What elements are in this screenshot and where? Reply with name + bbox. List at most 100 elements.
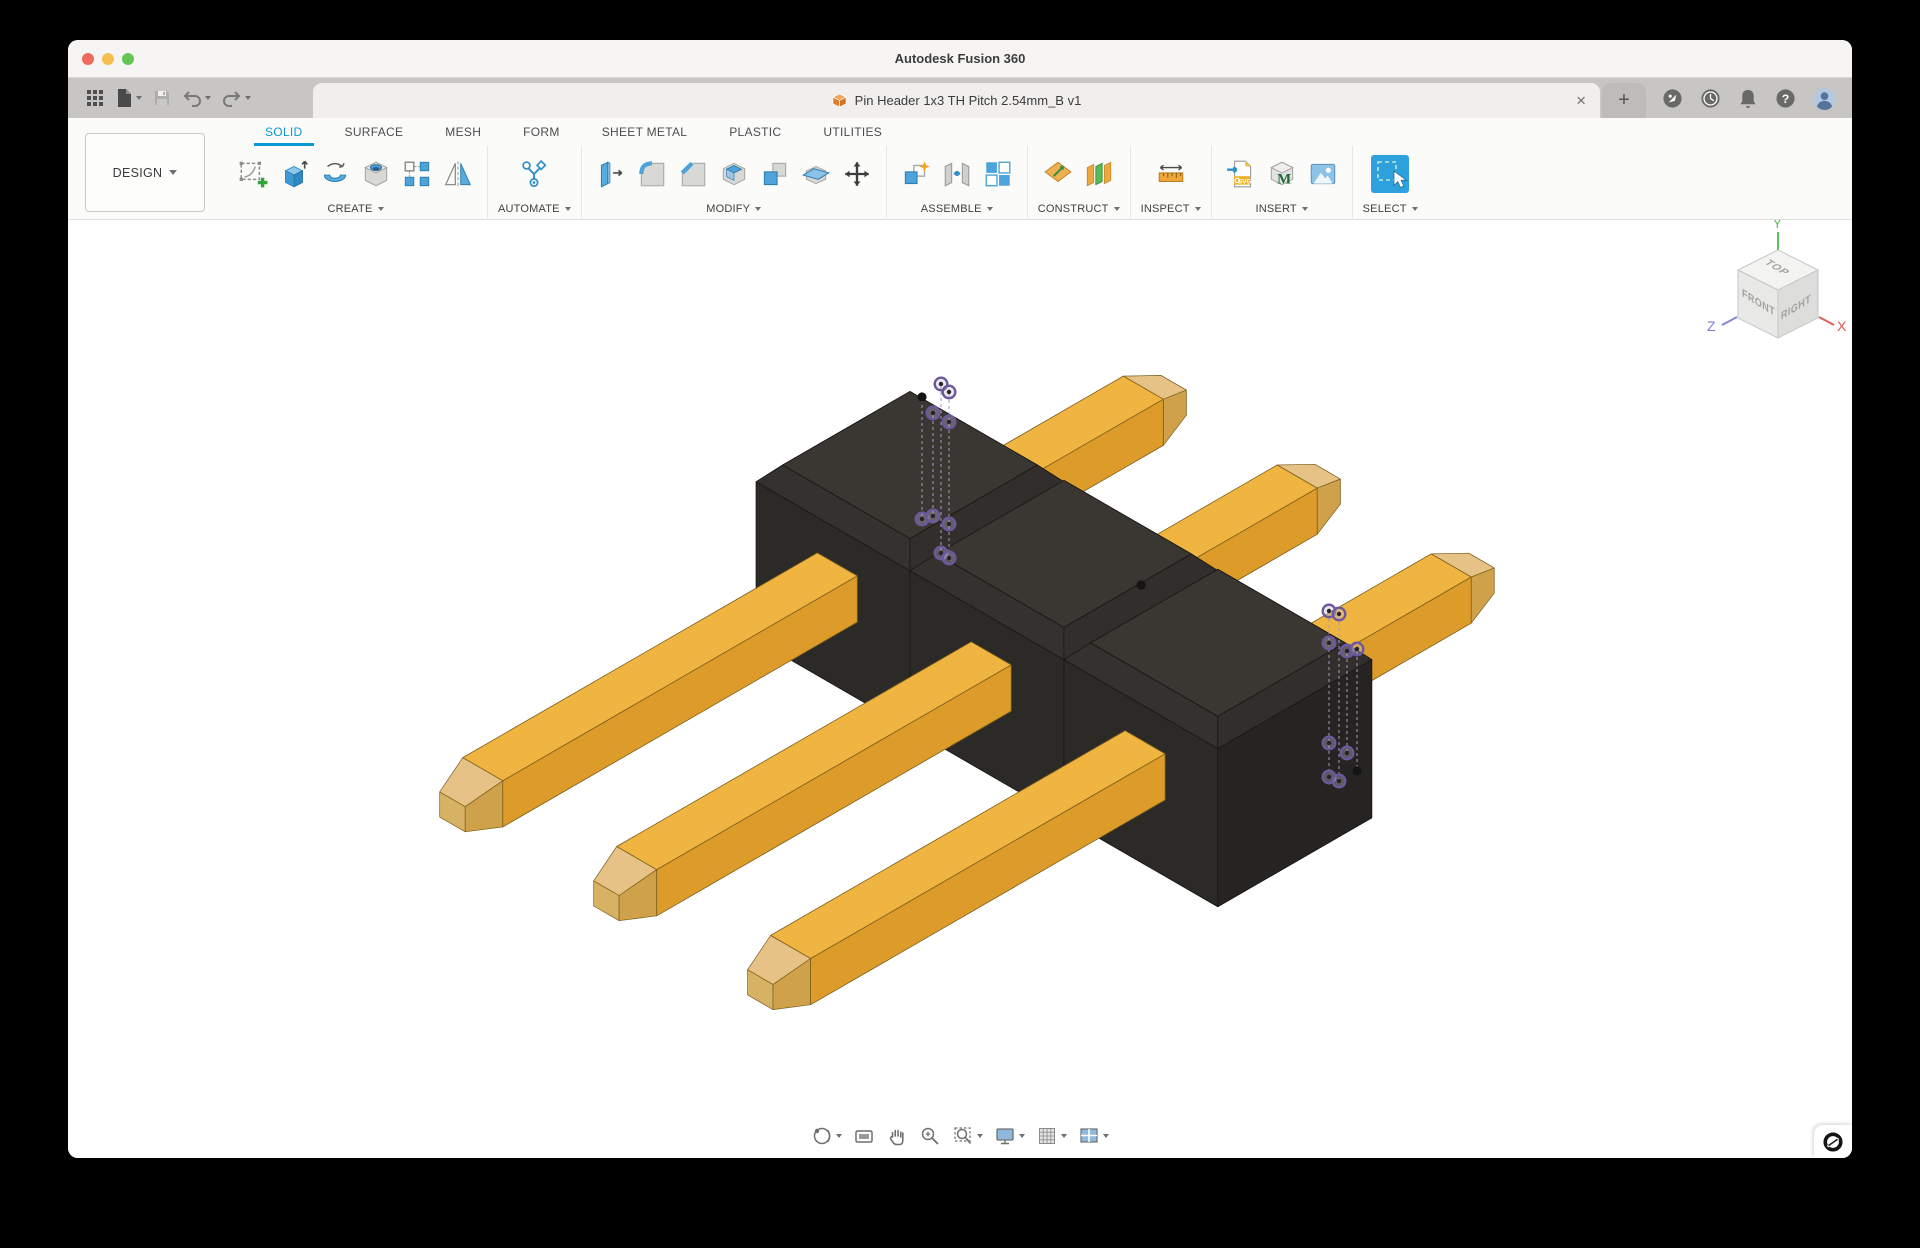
move-copy-button[interactable] [838,153,876,195]
insert-mcmaster-button[interactable]: M [1263,153,1301,195]
mirror-button[interactable] [439,153,477,195]
revolve-button[interactable] [316,153,354,195]
pin-header-model[interactable] [440,375,1495,1009]
viewport-scene[interactable]: Y Z X TOP FRONT RIGHT [68,220,1852,1158]
look-at-button[interactable] [851,1123,877,1149]
new-tab-button[interactable]: + [1602,83,1646,118]
tab-sheet-metal[interactable]: SHEET METAL [581,118,709,146]
zoom-window-button[interactable] [122,53,134,65]
tab-plastic[interactable]: PLASTIC [708,118,802,146]
sketch-point[interactable] [943,416,956,429]
zoom-button[interactable] [917,1123,943,1149]
split-body-button[interactable] [797,153,835,195]
select-caret [1412,207,1418,211]
workspace-caret [169,170,177,175]
assistant-button[interactable] [1814,1125,1852,1158]
document-tab[interactable]: Pin Header 1x3 TH Pitch 2.54mm_B v1 × [313,83,1600,118]
redo-button[interactable] [220,87,253,109]
tab-surface[interactable]: SURFACE [324,118,425,146]
viewcube[interactable]: Y Z X TOP FRONT RIGHT [1707,220,1847,338]
select-button[interactable] [1367,151,1413,197]
sketch-anchor-point[interactable] [1136,580,1145,589]
workspace-selector[interactable]: DESIGN [85,133,205,212]
layout-grid-button[interactable] [1034,1123,1069,1149]
select-icon [1370,154,1410,194]
sketch-point[interactable] [1351,643,1364,656]
joint-button[interactable] [938,153,976,195]
notifications-button[interactable] [1738,88,1758,109]
rectangular-pattern-button[interactable] [398,153,436,195]
display-settings-button[interactable] [992,1123,1027,1149]
fillet-icon [636,158,668,190]
sketch-point[interactable] [943,386,956,399]
viewports-icon [1078,1125,1100,1147]
tab-solid[interactable]: SOLID [244,118,324,146]
insert-svg-button[interactable]: SVG [1222,153,1260,195]
tab-form[interactable]: FORM [502,118,581,146]
pin-3-short-side-bevel[interactable] [1471,568,1494,623]
extensions-icon [1662,88,1683,109]
rigid-group-button[interactable] [979,153,1017,195]
sketch-point[interactable] [1333,608,1346,621]
automate-button[interactable] [515,153,553,195]
fit-button[interactable] [950,1123,985,1149]
extrude-button[interactable] [275,153,313,195]
sketch-point[interactable] [943,552,956,565]
pan-button[interactable] [884,1123,910,1149]
viewport-3d[interactable]: Y Z X TOP FRONT RIGHT [68,220,1852,1158]
chamfer-button[interactable] [674,153,712,195]
pin-1-short-side-bevel[interactable] [1163,390,1186,445]
tab-bar: Pin Header 1x3 TH Pitch 2.54mm_B v1 × + … [68,78,1852,118]
sketch-point[interactable] [1323,737,1336,750]
file-menu-button[interactable] [113,86,144,110]
close-tab-button[interactable]: × [1576,83,1586,118]
profile-button[interactable] [1813,87,1836,110]
pin-2-short-side-bevel[interactable] [1317,479,1340,534]
sketch-anchor-point[interactable] [917,392,926,401]
tab-utilities[interactable]: UTILITIES [802,118,903,146]
shell-button[interactable] [715,153,753,195]
app-grid-button[interactable] [84,87,106,109]
create-sketch-icon [237,158,269,190]
sketch-point[interactable] [927,407,940,420]
viewports-button[interactable] [1076,1123,1111,1149]
construction-plane-button[interactable] [1039,153,1077,195]
group-label-modify[interactable]: MODIFY [706,201,761,220]
canvas-button[interactable] [1304,153,1342,195]
group-label-automate[interactable]: AUTOMATE [498,201,571,220]
undo-button[interactable] [180,87,213,109]
group-label-construct[interactable]: CONSTRUCT [1038,201,1120,220]
sketch-point[interactable] [1341,747,1354,760]
fillet-button[interactable] [633,153,671,195]
group-label-select[interactable]: SELECT [1363,201,1418,220]
create-sketch-button[interactable] [234,153,272,195]
help-button[interactable]: ? [1775,88,1796,109]
close-window-button[interactable] [82,53,94,65]
orbit-button[interactable] [809,1123,844,1149]
new-component-button[interactable] [897,153,935,195]
press-pull-button[interactable] [592,153,630,195]
midplane-button[interactable] [1080,153,1118,195]
group-label-create[interactable]: CREATE [327,201,383,220]
hole-button[interactable] [357,153,395,195]
new-component-icon [900,158,932,190]
layout-grid-caret [1061,1134,1067,1138]
save-button[interactable] [151,87,173,109]
sketch-point[interactable] [943,518,956,531]
job-status-button[interactable] [1700,88,1721,109]
global-icons: ? [1662,78,1836,118]
sketch-point[interactable] [927,510,940,523]
group-label-assemble[interactable]: ASSEMBLE [921,201,993,220]
sketch-point[interactable] [1333,775,1346,788]
combine-button[interactable] [756,153,794,195]
measure-button[interactable] [1152,153,1190,195]
minimize-window-button[interactable] [102,53,114,65]
canvas-icon [1307,158,1339,190]
sketch-anchor-point[interactable] [1352,766,1361,775]
group-label-inspect[interactable]: INSPECT [1141,201,1201,220]
revolve-icon [319,158,351,190]
extensions-button[interactable] [1662,88,1683,109]
tab-mesh[interactable]: MESH [424,118,502,146]
sketch-point[interactable] [1323,637,1336,650]
group-label-insert[interactable]: INSERT [1255,201,1307,220]
